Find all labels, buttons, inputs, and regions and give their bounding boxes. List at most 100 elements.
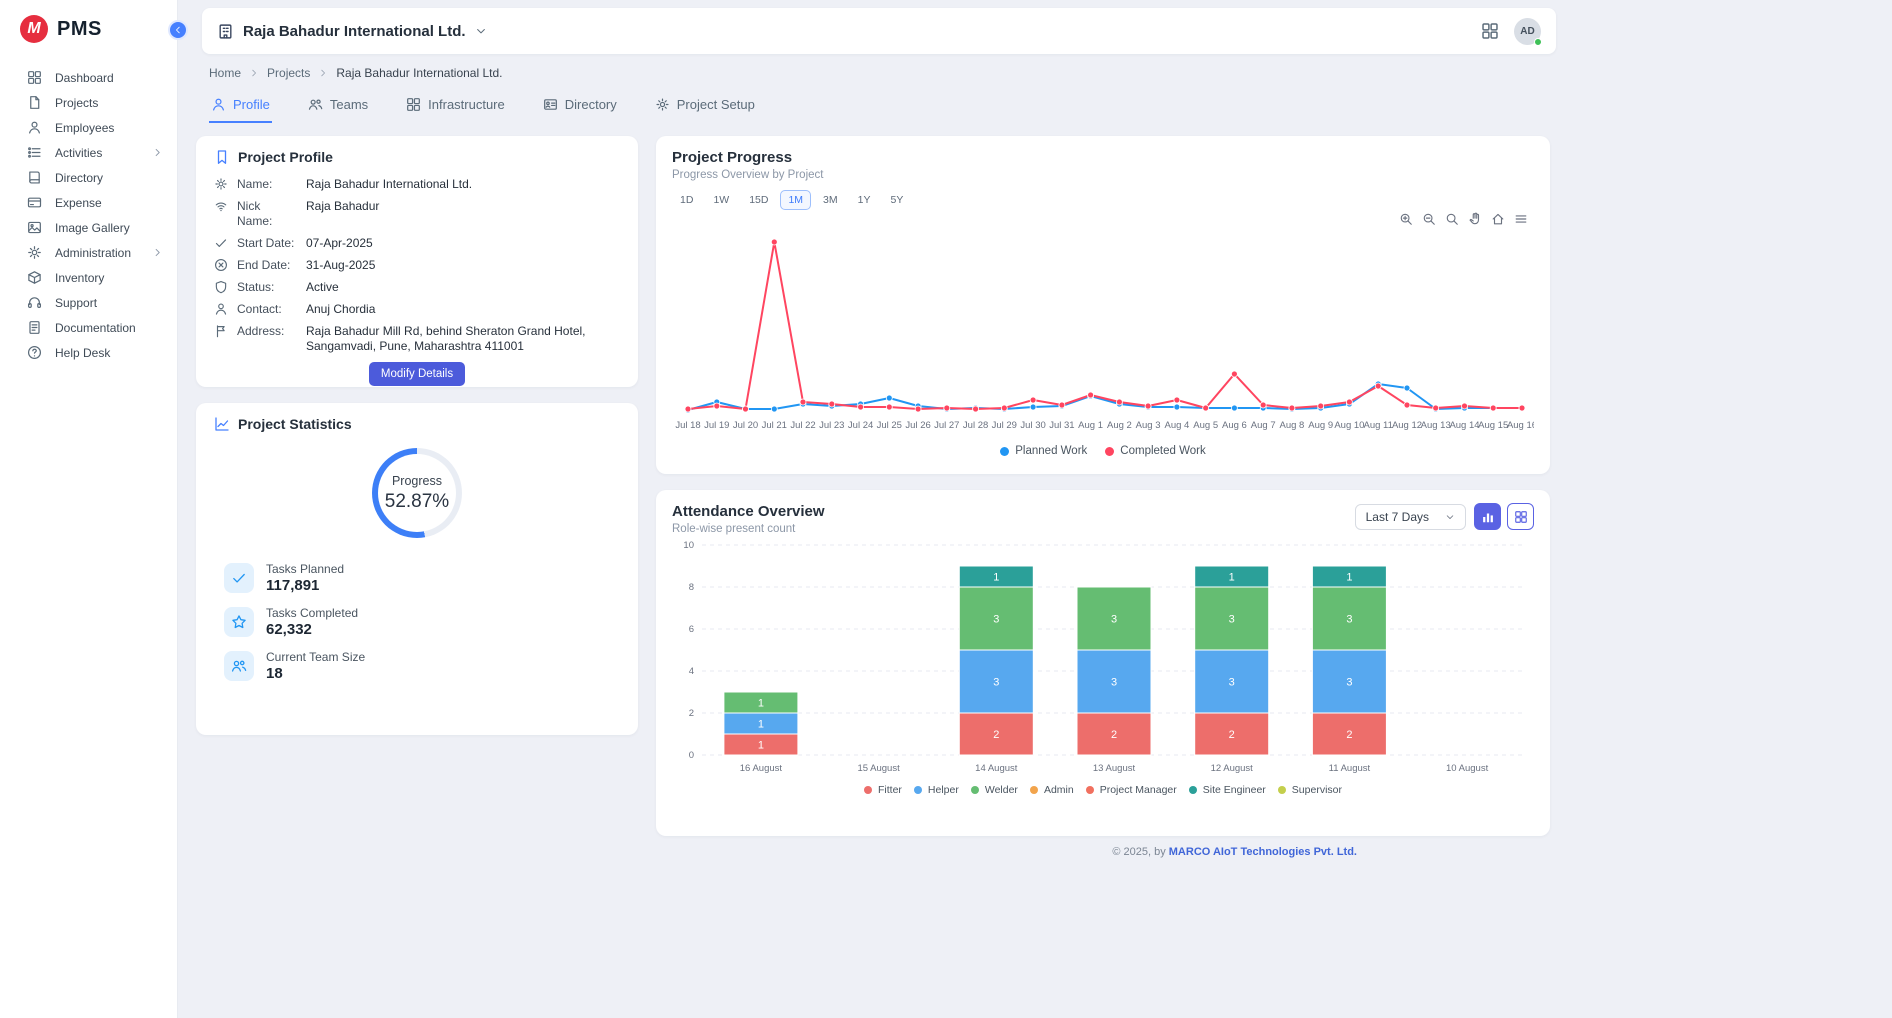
legend-marker [1000, 447, 1009, 456]
tab-directory[interactable]: Directory [541, 93, 619, 123]
sidebar-item-employees[interactable]: Employees [0, 115, 177, 140]
home-icon[interactable] [1491, 212, 1505, 226]
legend-marker [1105, 447, 1114, 456]
svg-text:3: 3 [1229, 677, 1235, 689]
chart-line-icon [214, 416, 230, 432]
avatar[interactable]: AD [1514, 18, 1541, 45]
svg-text:Aug 4: Aug 4 [1164, 420, 1189, 431]
svg-text:Jul 28: Jul 28 [963, 420, 988, 431]
building-icon [217, 23, 234, 40]
tasks-completed-icon [231, 614, 247, 630]
attendance-bar-chart[interactable]: 024681011116 August15 August233114 Augus… [672, 539, 1534, 782]
sidebar-item-label: Directory [55, 171, 103, 185]
range-button-3m[interactable]: 3M [815, 190, 846, 210]
chart-toolbar [1399, 212, 1528, 226]
field-label: Nick Name: [237, 199, 297, 229]
stat-value: 62,332 [266, 621, 358, 638]
selection-zoom-icon[interactable] [1445, 212, 1459, 226]
sidebar-item-dashboard[interactable]: Dashboard [0, 65, 177, 90]
svg-text:1: 1 [1346, 572, 1352, 584]
sidebar-item-expense[interactable]: Expense [0, 190, 177, 215]
profile-tab-icon [211, 97, 226, 112]
legend-completed-work[interactable]: Completed Work [1105, 445, 1205, 457]
svg-text:Jul 26: Jul 26 [905, 420, 930, 431]
profile-card-title: Project Profile [214, 149, 620, 165]
tab-project-setup[interactable]: Project Setup [653, 93, 757, 123]
breadcrumb-item[interactable]: Projects [267, 66, 310, 80]
app-logo[interactable]: M PMS [0, 0, 177, 55]
sidebar-collapse-button[interactable] [168, 20, 188, 40]
menu-icon[interactable] [1514, 212, 1528, 226]
tab-teams[interactable]: Teams [306, 93, 370, 123]
sidebar-item-label: Inventory [55, 271, 104, 285]
pan-icon[interactable] [1468, 212, 1482, 226]
documentation-icon [27, 320, 42, 335]
breadcrumb: HomeProjectsRaja Bahadur International L… [209, 66, 1582, 80]
tab-label: Directory [565, 97, 617, 112]
range-button-5y[interactable]: 5Y [882, 190, 911, 210]
apps-grid-icon[interactable] [1481, 22, 1499, 40]
profile-card-title-text: Project Profile [238, 149, 333, 165]
svg-text:1: 1 [758, 719, 764, 731]
sidebar-item-documentation[interactable]: Documentation [0, 315, 177, 340]
sidebar-item-help-desk[interactable]: Help Desk [0, 340, 177, 365]
tab-label: Teams [330, 97, 368, 112]
statistics-rows: Tasks Planned117,891Tasks Completed62,33… [214, 562, 620, 682]
bar-view-toggle[interactable] [1474, 503, 1501, 530]
sidebar-item-image-gallery[interactable]: Image Gallery [0, 215, 177, 240]
range-button-1w[interactable]: 1W [705, 190, 737, 210]
tab-infrastructure[interactable]: Infrastructure [404, 93, 507, 123]
sidebar-item-label: Expense [55, 196, 102, 210]
legend-admin[interactable]: Admin [1030, 784, 1074, 796]
image-gallery-icon [27, 220, 42, 235]
sidebar-item-inventory[interactable]: Inventory [0, 265, 177, 290]
svg-text:3: 3 [993, 614, 999, 626]
company-selector[interactable]: Raja Bahadur International Ltd. [217, 23, 487, 40]
range-button-1m[interactable]: 1M [780, 190, 811, 210]
sidebar-item-projects[interactable]: Projects [0, 90, 177, 115]
sidebar: M PMS DashboardProjectsEmployeesActiviti… [0, 0, 178, 1018]
zoom-in-icon[interactable] [1399, 212, 1413, 226]
legend-fitter[interactable]: Fitter [864, 784, 902, 796]
profile-field-start-date: Start Date:07-Apr-2025 [214, 236, 620, 251]
sidebar-item-administration[interactable]: Administration [0, 240, 177, 265]
table-view-icon [1514, 510, 1528, 524]
avatar-initials: AD [1520, 26, 1534, 37]
name-icon [214, 177, 228, 191]
range-button-1d[interactable]: 1D [672, 190, 701, 210]
profile-fields: Name:Raja Bahadur International Ltd.Nick… [214, 177, 620, 354]
svg-text:12 August: 12 August [1211, 763, 1254, 774]
svg-text:Aug 10: Aug 10 [1334, 420, 1364, 431]
svg-text:Jul 29: Jul 29 [992, 420, 1017, 431]
range-button-15d[interactable]: 15D [741, 190, 776, 210]
directory-icon [27, 170, 42, 185]
tab-profile[interactable]: Profile [209, 93, 272, 123]
legend-helper[interactable]: Helper [914, 784, 959, 796]
sidebar-item-support[interactable]: Support [0, 290, 177, 315]
sidebar-item-activities[interactable]: Activities [0, 140, 177, 165]
legend-supervisor[interactable]: Supervisor [1278, 784, 1342, 796]
modify-details-button[interactable]: Modify Details [369, 362, 465, 386]
breadcrumb-item[interactable]: Home [209, 66, 241, 80]
legend-planned-work[interactable]: Planned Work [1000, 445, 1087, 457]
sidebar-item-label: Help Desk [55, 346, 110, 360]
footer-link[interactable]: MARCO AIoT Technologies Pvt. Ltd. [1169, 846, 1357, 858]
progress-line-chart[interactable]: Jul 18Jul 19Jul 20Jul 21Jul 22Jul 23Jul … [672, 214, 1534, 443]
svg-text:Aug 12: Aug 12 [1392, 420, 1422, 431]
table-view-toggle[interactable] [1507, 503, 1534, 530]
zoom-out-icon[interactable] [1422, 212, 1436, 226]
svg-text:16 August: 16 August [740, 763, 783, 774]
svg-text:3: 3 [993, 677, 999, 689]
legend-project-manager[interactable]: Project Manager [1086, 784, 1177, 796]
field-value: Active [306, 280, 339, 295]
profile-field-address: Address:Raja Bahadur Mill Rd, behind She… [214, 324, 620, 354]
legend-welder[interactable]: Welder [971, 784, 1018, 796]
contact-icon [214, 302, 228, 316]
days-filter-select[interactable]: Last 7 Days [1355, 504, 1466, 530]
legend-site-engineer[interactable]: Site Engineer [1189, 784, 1266, 796]
svg-text:Jul 18: Jul 18 [675, 420, 700, 431]
range-button-1y[interactable]: 1Y [850, 190, 879, 210]
tasks-completed-icon-badge [224, 607, 254, 637]
legend-label: Helper [928, 784, 959, 796]
sidebar-item-directory[interactable]: Directory [0, 165, 177, 190]
